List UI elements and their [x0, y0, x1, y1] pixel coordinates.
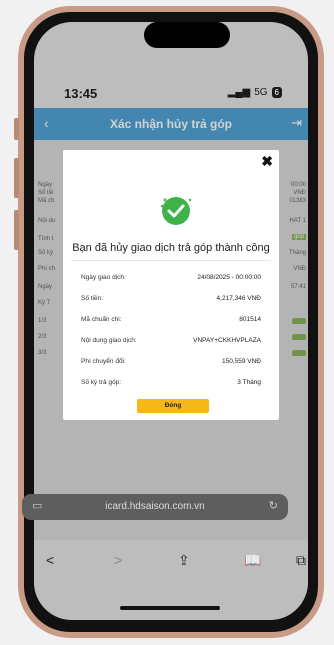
- phone-screen: 13:45 ▂▄▆ 5G 6 ‹ Xác nhận hủy trả góp ⇥ …: [34, 22, 308, 620]
- detail-label: Ngày giao dịch:: [81, 274, 126, 281]
- status-bar: 13:45 ▂▄▆ 5G 6: [34, 80, 308, 110]
- bookmarks-icon[interactable]: 📖: [244, 552, 261, 569]
- success-dialog: ✖ Bạn đã hủy giao dịch trả góp thành côn…: [63, 150, 279, 420]
- volume-up-button: [14, 158, 19, 198]
- detail-row-date: Ngày giao dịch: 24/08/2025 - 00:00:00: [81, 274, 261, 286]
- detail-label: Số kỳ trả góp:: [81, 379, 122, 386]
- status-indicators: ▂▄▆ 5G 6: [228, 87, 282, 98]
- detail-value: VNPAY+CKKHVPLAZA: [193, 337, 261, 344]
- detail-value: 24/08/2025 - 00:00:00: [197, 274, 261, 281]
- share-icon[interactable]: ⇪: [178, 552, 190, 569]
- divider: [71, 260, 271, 261]
- detail-label: Nội dung giao dịch:: [81, 337, 137, 344]
- detail-row-auth-code: Mã chuẩn chi: 801514: [81, 316, 261, 328]
- detail-value: 4,217,346 VNĐ: [216, 295, 261, 302]
- detail-value: 3 Tháng: [237, 379, 261, 386]
- tabs-icon[interactable]: ⧉: [296, 552, 306, 569]
- detail-value: 801514: [239, 316, 261, 323]
- success-check-icon: [159, 194, 193, 228]
- volume-down-button: [14, 210, 19, 250]
- back-icon[interactable]: <: [46, 552, 54, 568]
- detail-row-fee: Phí chuyển đổi: 150,559 VNĐ: [81, 358, 261, 370]
- detail-row-description: Nội dung giao dịch: VNPAY+CKKHVPLAZA: [81, 337, 261, 349]
- url-text: icard.hdsaison.com.vn: [105, 501, 205, 512]
- signal-icon: ▂▄▆: [227, 87, 251, 98]
- reload-icon[interactable]: ↻: [269, 499, 278, 512]
- action-button: [14, 118, 19, 140]
- status-time: 13:45: [64, 86, 98, 101]
- battery-icon: 6: [271, 87, 282, 98]
- detail-label: Số tiền:: [81, 295, 104, 302]
- detail-label: Mã chuẩn chi:: [81, 316, 122, 323]
- dynamic-island: [144, 22, 230, 48]
- close-icon[interactable]: ✖: [261, 153, 273, 170]
- detail-row-installments: Số kỳ trả góp: 3 Tháng: [81, 379, 261, 391]
- close-button[interactable]: Đóng: [137, 399, 209, 413]
- forward-icon[interactable]: >: [114, 552, 122, 568]
- detail-value: 150,559 VNĐ: [221, 358, 261, 365]
- detail-row-amount: Số tiền: 4,217,346 VNĐ: [81, 295, 261, 307]
- detail-label: Phí chuyển đổi:: [81, 358, 126, 365]
- success-message: Bạn đã hủy giao dịch trả góp thành công: [72, 242, 270, 254]
- network-label: 5G: [254, 87, 268, 98]
- home-indicator: [120, 606, 220, 610]
- address-bar[interactable]: ▭ icard.hdsaison.com.vn ↻: [22, 494, 288, 520]
